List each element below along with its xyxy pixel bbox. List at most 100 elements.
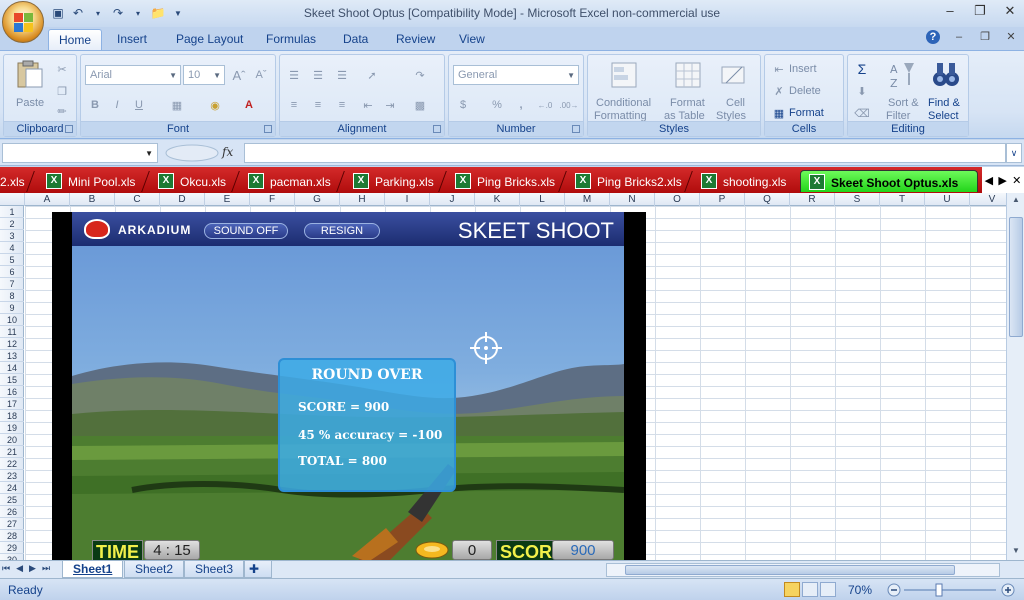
scroll-up-icon[interactable]: ▲ — [1009, 195, 1023, 207]
skeet-shoot-game[interactable]: ARKADIUM SOUND OFF RESIGN SKEET SHOOT RO… — [52, 212, 646, 562]
font-color-icon[interactable]: A — [239, 95, 259, 115]
column-header[interactable]: Q — [745, 193, 790, 206]
workbook-tab-active[interactable]: X Skeet Shoot Optus.xls — [800, 170, 978, 192]
row-header[interactable]: 6 — [0, 266, 24, 278]
column-header[interactable]: P — [700, 193, 745, 206]
format-cells-icon[interactable]: ▦ — [769, 103, 789, 123]
workbook-tab[interactable]: X Okcu.xls — [150, 170, 226, 192]
tab-review[interactable]: Review — [386, 29, 445, 50]
last-sheet-icon[interactable]: ⏭ — [42, 563, 50, 574]
currency-button[interactable]: $ — [453, 95, 473, 115]
cell-styles-icon[interactable] — [718, 59, 750, 91]
paste-icon[interactable] — [14, 59, 46, 91]
format-button[interactable]: Format — [789, 107, 824, 119]
row-header[interactable]: 5 — [0, 254, 24, 266]
workbook-tab[interactable]: Xpacman.xls — [240, 170, 331, 192]
align-center-icon[interactable]: ≡ — [308, 95, 328, 115]
row-header[interactable]: 23 — [0, 470, 24, 482]
insert-icon[interactable]: ⇤ — [769, 59, 789, 79]
ribbon-minimize-button[interactable]: – — [952, 30, 966, 44]
sheet-tab[interactable]: Sheet3 — [184, 561, 245, 578]
column-header[interactable]: C — [115, 193, 160, 206]
column-header[interactable]: I — [385, 193, 430, 206]
sort-filter-label[interactable]: Sort & — [888, 97, 919, 109]
row-header[interactable]: 26 — [0, 506, 24, 518]
workbook-tab[interactable]: 2.xls — [0, 170, 25, 192]
column-header[interactable]: R — [790, 193, 835, 206]
ribbon-close-button[interactable]: ✕ — [1004, 30, 1018, 44]
align-right-icon[interactable]: ≡ — [332, 95, 352, 115]
grow-font-icon[interactable]: Aˆ — [229, 65, 249, 85]
cut-icon[interactable]: ✂ — [52, 59, 72, 79]
tab-view[interactable]: View — [449, 29, 495, 50]
row-header[interactable]: 4 — [0, 242, 24, 254]
game-scene[interactable]: ROUND OVER SCORE = 900 45 % accuracy = -… — [72, 246, 624, 562]
row-header[interactable]: 2 — [0, 218, 24, 230]
row-header[interactable]: 13 — [0, 350, 24, 362]
bold-icon[interactable]: B — [85, 95, 105, 115]
minimize-button[interactable]: – — [942, 3, 958, 19]
column-header[interactable]: K — [475, 193, 520, 206]
name-box[interactable]: ▼ — [2, 143, 158, 163]
workbook-tab[interactable]: X Mini Pool.xls — [38, 170, 135, 192]
column-header[interactable]: U — [925, 193, 970, 206]
cell-styles-label[interactable]: Cell — [726, 97, 745, 109]
sound-off-button[interactable]: SOUND OFF — [204, 223, 288, 239]
column-header[interactable]: G — [295, 193, 340, 206]
workbook-tab[interactable]: Xshooting.xls — [693, 170, 786, 192]
row-header[interactable]: 22 — [0, 458, 24, 470]
row-header[interactable]: 28 — [0, 530, 24, 542]
alignment-launcher-icon[interactable] — [433, 125, 441, 133]
increase-decimal-icon[interactable]: ←.0 — [535, 95, 555, 115]
column-header[interactable]: N — [610, 193, 655, 206]
autosum-icon[interactable]: Σ — [852, 59, 872, 79]
tabs-scroll-right-icon[interactable]: ▶ — [998, 174, 1006, 187]
decrease-indent-icon[interactable]: ⇤ — [358, 95, 378, 115]
row-header[interactable]: 3 — [0, 230, 24, 242]
binoculars-icon[interactable] — [930, 59, 962, 91]
row-header[interactable]: 14 — [0, 362, 24, 374]
name-box-dropdown-icon[interactable]: ▼ — [145, 149, 153, 158]
row-header[interactable]: 16 — [0, 386, 24, 398]
shrink-font-icon[interactable]: Aˇ — [251, 65, 271, 85]
orientation-icon[interactable]: ➚ — [362, 65, 382, 85]
sheet-tab[interactable]: Sheet2 — [124, 561, 185, 578]
tabs-close-icon[interactable]: ✕ — [1012, 174, 1021, 187]
font-name-select[interactable]: Arial ▼ — [85, 65, 181, 85]
merge-center-icon[interactable]: ▩ — [410, 95, 430, 115]
column-header[interactable]: O — [655, 193, 700, 206]
column-header[interactable]: A — [25, 193, 70, 206]
row-header[interactable]: 29 — [0, 542, 24, 554]
column-header[interactable]: B — [70, 193, 115, 206]
column-header[interactable]: J — [430, 193, 475, 206]
align-middle-icon[interactable]: ☰ — [308, 65, 328, 85]
normal-view-icon[interactable] — [784, 582, 800, 597]
next-sheet-icon[interactable]: ▶ — [29, 563, 36, 574]
horizontal-scrollbar[interactable] — [606, 563, 1000, 577]
font-launcher-icon[interactable] — [264, 125, 272, 133]
find-select-label[interactable]: Find & — [928, 97, 960, 109]
restore-button[interactable]: ❐ — [972, 3, 988, 19]
copy-icon[interactable]: ❐ — [52, 81, 72, 101]
tab-insert[interactable]: Insert — [107, 29, 157, 50]
ribbon-restore-button[interactable]: ❐ — [978, 30, 992, 44]
delete-button[interactable]: Delete — [789, 85, 821, 97]
sheet-tab[interactable]: Sheet1 — [62, 561, 124, 578]
workbook-tab[interactable]: X Ping Bricks.xls — [447, 170, 555, 192]
row-header[interactable]: 19 — [0, 422, 24, 434]
row-header[interactable]: 10 — [0, 314, 24, 326]
vertical-scroll-thumb[interactable] — [1009, 217, 1023, 337]
tabs-scroll-left-icon[interactable]: ◀ — [985, 174, 993, 187]
prev-sheet-icon[interactable]: ◀ — [16, 563, 23, 574]
tab-home[interactable]: Home — [48, 29, 103, 50]
tab-page-layout[interactable]: Page Layout — [166, 29, 253, 50]
resign-button[interactable]: RESIGN — [304, 223, 380, 239]
vertical-scrollbar[interactable]: ▲ ▼ — [1006, 193, 1024, 560]
row-header[interactable]: 21 — [0, 446, 24, 458]
fill-icon[interactable]: ⬇ — [852, 81, 872, 101]
column-header[interactable]: F — [250, 193, 295, 206]
first-sheet-icon[interactable]: ⏮ — [2, 563, 10, 574]
page-layout-view-icon[interactable] — [802, 582, 818, 597]
row-header[interactable]: 12 — [0, 338, 24, 350]
row-header[interactable]: 11 — [0, 326, 24, 338]
